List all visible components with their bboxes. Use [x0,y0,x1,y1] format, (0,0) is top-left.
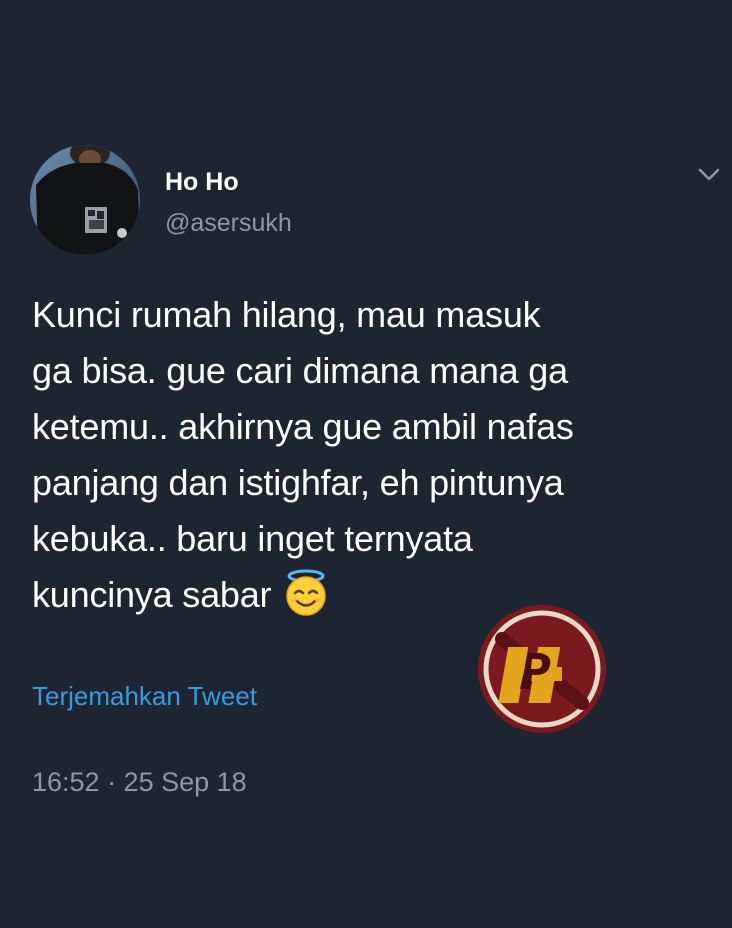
tweet-line: kebuka.. baru inget ternyata [32,518,473,559]
tweet-line-last: kuncinya sabar [32,567,727,623]
display-name[interactable]: Ho Ho [165,166,292,198]
smiling-face-with-halo-icon [281,568,331,618]
chevron-down-icon[interactable] [697,166,721,184]
avatar[interactable] [30,145,140,255]
watermark-logo [476,603,608,735]
avatar-image [30,145,140,255]
tweet-line: Kunci rumah hilang, mau masuk [32,294,541,335]
translate-tweet-link[interactable]: Terjemahkan Tweet [32,679,257,713]
tweet-line-text: kuncinya sabar [32,574,272,615]
tweet-line: ga bisa. gue cari dimana mana ga [32,350,568,391]
tweet-line: ketemu.. akhirnya gue ambil nafas [32,406,574,447]
tweet-screen: Ho Ho @asersukh Kunci rumah hilang, mau … [0,0,732,928]
tweet-line: panjang dan istighfar, eh pintunya [32,462,564,503]
user-handle[interactable]: @asersukh [165,207,292,239]
tweet-timestamp: 16:52 · 25 Sep 18 [32,767,247,797]
tweet-text: Kunci rumah hilang, mau masuk ga bisa. g… [32,287,727,623]
user-info: Ho Ho @asersukh [165,166,292,239]
